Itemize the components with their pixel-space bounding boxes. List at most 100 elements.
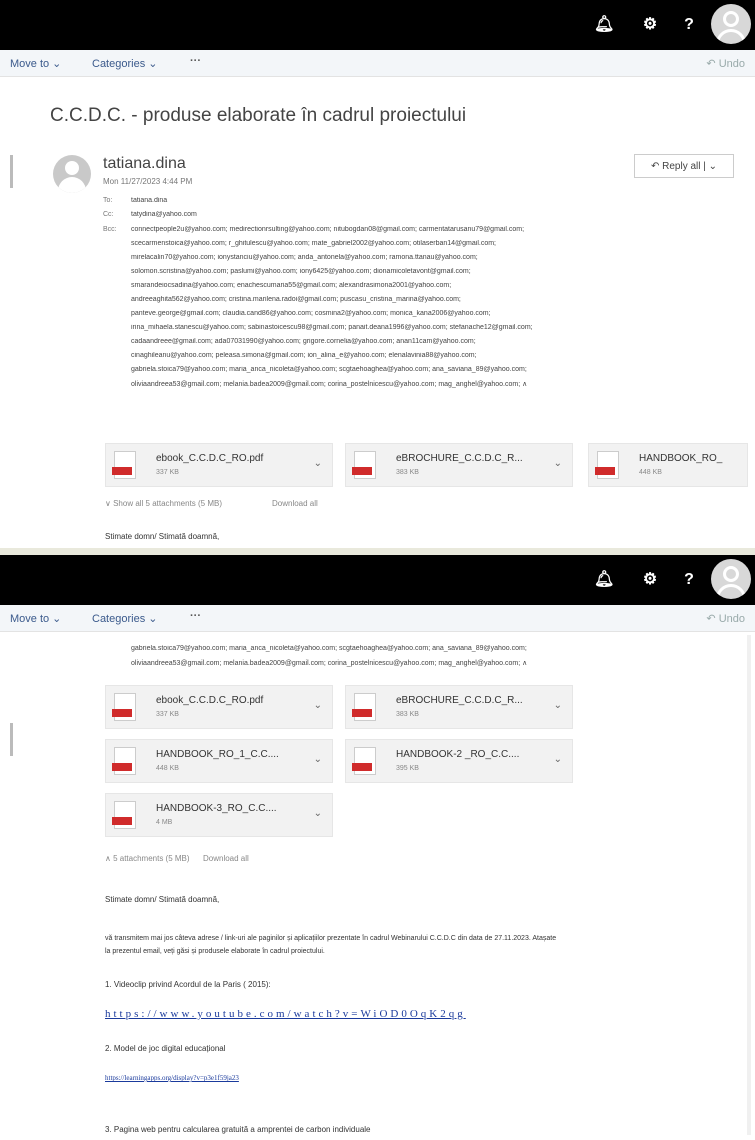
- attachment-card[interactable]: ebook_C.C.D.C_RO.pdf 337 KB ⌄: [105, 443, 333, 487]
- pdf-file-icon: [112, 747, 136, 775]
- bcc-line[interactable]: scecarmenstoica@yahoo.com; r_ghitulescu@…: [131, 240, 746, 247]
- chevron-down-icon[interactable]: ⌄: [314, 754, 322, 765]
- item-2-text: 2. Model de joc digital educațional: [105, 1044, 226, 1053]
- bcc-line[interactable]: mirelacalin70@yahoo.com; ionystanciu@yah…: [131, 254, 746, 261]
- bcc-line[interactable]: cadaandreee@gmail.com; ada07031990@yahoo…: [131, 338, 746, 345]
- chevron-down-icon[interactable]: ⌄: [314, 808, 322, 819]
- attachment-card[interactable]: HANDBOOK_RO_1_C.C.... 448 KB ⌄: [105, 739, 333, 783]
- attachment-name: eBROCHURE_C.C.D.C_R...: [396, 453, 523, 464]
- sender-name[interactable]: tatiana.dina: [103, 155, 186, 173]
- cc-label: Cc:: [103, 211, 114, 218]
- gear-icon[interactable]: ⚙: [640, 15, 660, 35]
- attachment-size: 383 KB: [396, 711, 419, 718]
- chevron-down-icon[interactable]: ⌄: [554, 700, 562, 711]
- attachment-card[interactable]: HANDBOOK-3_RO_C.C.... 4 MB ⌄: [105, 793, 333, 837]
- gear-icon[interactable]: ⚙: [640, 570, 660, 590]
- attachment-name: HANDBOOK_RO_1_C.C....: [156, 749, 279, 760]
- pdf-file-icon: [352, 747, 376, 775]
- attachment-size: 4 MB: [156, 819, 173, 826]
- bell-icon[interactable]: 🔔︎: [594, 15, 614, 35]
- youtube-link[interactable]: https://www.youtube.com/watch?v=WiOD0OqK…: [105, 1008, 466, 1020]
- show-all-attachments-link[interactable]: ∨ Show all 5 attachments (5 MB): [105, 499, 222, 508]
- bcc-line[interactable]: andreeaghita562@yahoo.com; cristina.mari…: [131, 296, 746, 303]
- reply-all-button[interactable]: ↶ Reply all | ⌄: [634, 154, 734, 178]
- more-actions-button[interactable]: ···: [190, 610, 201, 622]
- bcc-line[interactable]: oliviaandreea53@gmail.com; melania.badea…: [131, 659, 746, 667]
- attachment-size: 337 KB: [156, 711, 179, 718]
- item-1-text: 1. Videoclip privind Acordul de la Paris…: [105, 980, 271, 989]
- to-recipient[interactable]: tatiana.dina: [131, 197, 741, 204]
- undo-button[interactable]: ↶ Undo: [706, 612, 745, 625]
- move-to-button[interactable]: Move to ⌄: [10, 57, 61, 70]
- user-avatar[interactable]: [711, 4, 751, 44]
- categories-button[interactable]: Categories ⌄: [92, 612, 157, 625]
- help-icon[interactable]: ?: [679, 15, 699, 35]
- bcc-line[interactable]: cinaghileanu@yahoo.com; peleasa.simona@g…: [131, 352, 746, 359]
- learningapps-link[interactable]: https://learningapps.org/display?v=p3e1f…: [105, 1074, 239, 1082]
- categories-button[interactable]: Categories ⌄: [92, 57, 157, 70]
- move-to-button[interactable]: Move to ⌄: [10, 612, 61, 625]
- bcc-line[interactable]: irina_mihaela.stanescu@yahoo.com; sabina…: [131, 324, 746, 331]
- attachment-size: 448 KB: [156, 765, 179, 772]
- attachment-size: 448 KB: [639, 469, 662, 476]
- attachment-card[interactable]: HANDBOOK-2 _RO_C.C.... 395 KB ⌄: [345, 739, 573, 783]
- reading-pane-divider: [10, 723, 13, 756]
- bcc-label: Bcc:: [103, 226, 117, 233]
- pdf-file-icon: [352, 451, 376, 479]
- pdf-file-icon: [352, 693, 376, 721]
- cc-recipient[interactable]: tatydina@yahoo.com: [131, 211, 741, 218]
- pdf-file-icon: [112, 801, 136, 829]
- email-window-top: 🔔︎ ⚙ ? Move to ⌄ Categories ⌄ ··· ↶ Undo…: [0, 0, 755, 548]
- attachments-summary[interactable]: ∧ 5 attachments (5 MB): [105, 854, 190, 863]
- body-paragraph: la prezentul email, veți găsi și produse…: [105, 948, 325, 955]
- bcc-line[interactable]: smarandeiocsadina@yahoo.com; enachescuma…: [131, 282, 746, 289]
- chevron-down-icon[interactable]: ⌄: [554, 754, 562, 765]
- greeting-text: Stimate domn/ Stimată doamnă,: [105, 532, 220, 541]
- top-bar: 🔔︎ ⚙ ?: [0, 555, 755, 605]
- chevron-down-icon[interactable]: ⌄: [554, 458, 562, 469]
- bcc-line[interactable]: panteve.george@gmail.com; claudia.cand86…: [131, 310, 746, 317]
- bcc-line[interactable]: oliviaandreea53@gmail.com; melania.badea…: [131, 380, 746, 388]
- attachment-name: ebook_C.C.D.C_RO.pdf: [156, 453, 264, 464]
- scrollbar[interactable]: [747, 635, 751, 1135]
- attachment-name: HANDBOOK-2 _RO_C.C....: [396, 749, 520, 760]
- chevron-down-icon[interactable]: ⌄: [314, 458, 322, 469]
- item-3-text: 3. Pagina web pentru calcularea gratuită…: [105, 1125, 371, 1134]
- bcc-line[interactable]: gabriela.stoica79@yahoo.com; maria_anca_…: [131, 366, 746, 373]
- attachment-name: eBROCHURE_C.C.D.C_R...: [396, 695, 523, 706]
- greeting-text: Stimate domn/ Stimată doamnă,: [105, 895, 220, 904]
- attachment-name: ebook_C.C.D.C_RO.pdf: [156, 695, 264, 706]
- attachment-card[interactable]: eBROCHURE_C.C.D.C_R... 383 KB ⌄: [345, 685, 573, 729]
- attachment-size: 395 KB: [396, 765, 419, 772]
- attachment-card[interactable]: HANDBOOK_RO_ 448 KB: [588, 443, 748, 487]
- attachment-size: 383 KB: [396, 469, 419, 476]
- body-paragraph: vă transmitem mai jos câteva adrese / li…: [105, 935, 557, 942]
- attachment-card[interactable]: ebook_C.C.D.C_RO.pdf 337 KB ⌄: [105, 685, 333, 729]
- sender-avatar: [53, 155, 91, 193]
- attachment-name: HANDBOOK-3_RO_C.C....: [156, 803, 277, 814]
- download-all-link[interactable]: Download all: [203, 854, 249, 863]
- to-label: To:: [103, 197, 113, 204]
- bcc-line[interactable]: gabriela.stoica79@yahoo.com; maria_anca_…: [131, 645, 746, 652]
- command-bar: Move to ⌄ Categories ⌄ ··· ↶ Undo: [0, 50, 755, 77]
- pdf-file-icon: [595, 451, 619, 479]
- email-date: Mon 11/27/2023 4:44 PM: [103, 177, 193, 186]
- bell-icon[interactable]: 🔔︎: [594, 570, 614, 590]
- help-icon[interactable]: ?: [679, 570, 699, 590]
- email-window-bottom: 🔔︎ ⚙ ? Move to ⌄ Categories ⌄ ··· ↶ Undo…: [0, 555, 755, 1140]
- bcc-line[interactable]: connectpeople2u@yahoo.com; medirectionrs…: [131, 226, 746, 233]
- attachment-name: HANDBOOK_RO_: [639, 453, 723, 464]
- bcc-line[interactable]: solomon.scristina@yahoo.com; paslumi@yah…: [131, 268, 746, 275]
- download-all-link[interactable]: Download all: [272, 499, 318, 508]
- attachment-card[interactable]: eBROCHURE_C.C.D.C_R... 383 KB ⌄: [345, 443, 573, 487]
- command-bar: Move to ⌄ Categories ⌄ ··· ↶ Undo: [0, 605, 755, 632]
- email-subject: C.C.D.C. - produse elaborate în cadrul p…: [50, 105, 467, 126]
- top-bar: 🔔︎ ⚙ ?: [0, 0, 755, 50]
- undo-button[interactable]: ↶ Undo: [706, 57, 745, 70]
- pdf-file-icon: [112, 693, 136, 721]
- more-actions-button[interactable]: ···: [190, 55, 201, 67]
- pdf-file-icon: [112, 451, 136, 479]
- chevron-down-icon[interactable]: ⌄: [314, 700, 322, 711]
- user-avatar[interactable]: [711, 559, 751, 599]
- attachment-size: 337 KB: [156, 469, 179, 476]
